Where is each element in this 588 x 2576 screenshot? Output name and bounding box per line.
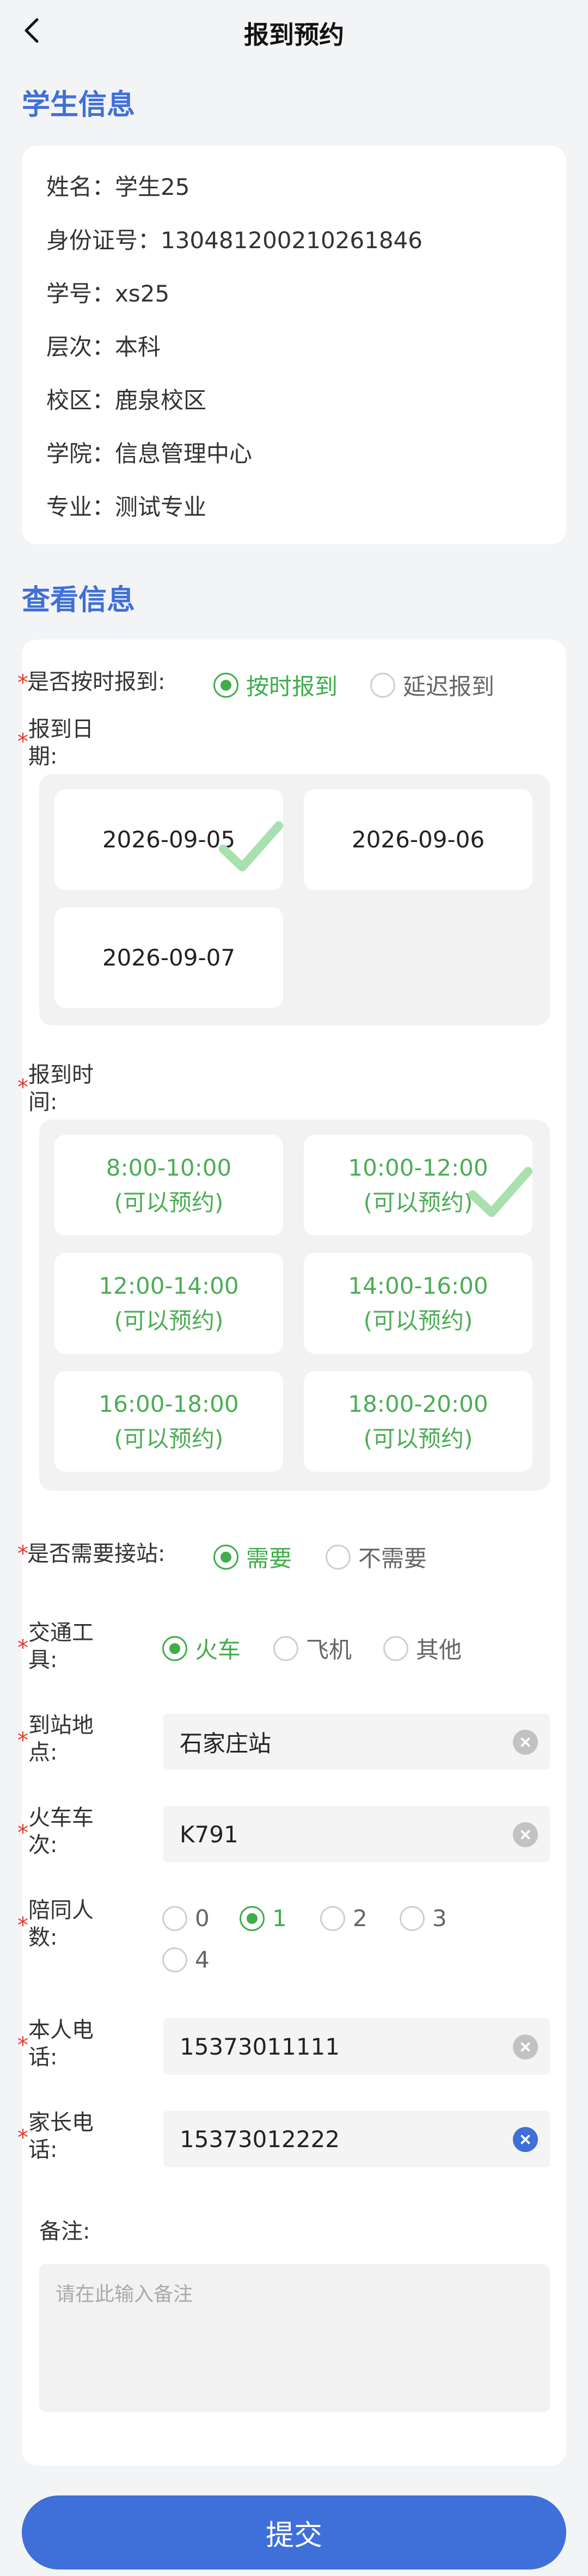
student-info-card: 姓名：学生25 身份证号：130481200210261846 学号：xs25 … (22, 146, 566, 544)
info-row-id: 身份证号：130481200210261846 (46, 227, 423, 254)
info-row-name: 姓名：学生25 (46, 174, 190, 200)
radio-pickup-yes[interactable]: 需要 (213, 1540, 292, 1573)
train-no-label: 火车车 次: (28, 1805, 94, 1858)
clear-icon[interactable] (513, 2127, 538, 2152)
radio-circle-icon (383, 1636, 408, 1661)
date-option[interactable]: 2026-09-07 (54, 907, 283, 1008)
radio-companions-0[interactable]: 0 (162, 1905, 210, 1932)
remarks-label: 备注: (39, 2219, 90, 2244)
time-slot[interactable]: 8:00-10:00 (可以预约) (54, 1135, 283, 1235)
time-slot[interactable]: 18:00-20:00 (可以预约) (304, 1371, 532, 1472)
date-option-selected[interactable]: 2026-09-05 (54, 789, 283, 890)
companions-label: 陪同人 数: (28, 1898, 94, 1950)
info-row-level: 层次：本科 (46, 334, 161, 360)
date-label: 报到日 期: (28, 717, 94, 769)
radio-companions-3[interactable]: 3 (400, 1905, 447, 1932)
page-title: 报到预约 (244, 20, 344, 50)
required-mark: * (17, 2033, 28, 2058)
radio-delay[interactable]: 延迟报到 (370, 668, 494, 702)
station-label: 到站地 点: (28, 1713, 94, 1765)
transport-label: 交通工 具: (28, 1620, 94, 1673)
view-info-title: 查看信息 (22, 584, 136, 617)
check-icon (219, 821, 283, 871)
parent-phone-input[interactable]: 15373012222 (163, 2111, 550, 2167)
radio-pickup-no[interactable]: 不需要 (326, 1540, 427, 1573)
info-row-college: 学院：信息管理中心 (46, 440, 253, 467)
radio-companions-2[interactable]: 2 (320, 1905, 367, 1932)
time-slot[interactable]: 16:00-18:00 (可以预约) (54, 1371, 283, 1472)
required-mark: * (17, 1913, 28, 1938)
date-option[interactable]: 2026-09-06 (304, 789, 532, 890)
radio-circle-icon (213, 672, 238, 698)
date-options: 2026-09-05 2026-09-06 2026-09-07 (39, 774, 550, 1025)
info-row-major: 专业：测试专业 (46, 494, 207, 520)
submit-button[interactable]: 提交 (22, 2495, 566, 2569)
radio-plane[interactable]: 飞机 (273, 1632, 352, 1665)
radio-circle-icon (162, 1947, 187, 1972)
parent-phone-label: 家长电 话: (28, 2110, 94, 2162)
radio-circle-icon (240, 1905, 265, 1931)
required-mark: * (17, 1541, 28, 1566)
remarks-textarea[interactable]: 请在此输入备注 (39, 2264, 550, 2412)
radio-companions-4[interactable]: 4 (162, 1946, 210, 1973)
radio-companions-1[interactable]: 1 (240, 1905, 287, 1932)
time-label: 报到时 间: (28, 1062, 94, 1115)
radio-train[interactable]: 火车 (162, 1632, 241, 1665)
clear-icon[interactable] (513, 1730, 538, 1755)
station-input[interactable]: 石家庄站 (163, 1713, 550, 1770)
time-slot[interactable]: 14:00-16:00 (可以预约) (304, 1253, 532, 1354)
clear-icon[interactable] (513, 2034, 538, 2059)
radio-circle-icon (162, 1905, 187, 1931)
radio-circle-icon (162, 1636, 187, 1661)
time-slot[interactable]: 12:00-14:00 (可以预约) (54, 1253, 283, 1354)
page-header: 报到预约 (0, 0, 588, 65)
radio-circle-icon (400, 1905, 425, 1931)
time-slot-selected[interactable]: 10:00-12:00 (可以预约) (304, 1135, 532, 1235)
radio-circle-icon (213, 1544, 238, 1570)
radio-circle-icon (320, 1905, 345, 1931)
info-row-student-no: 学号：xs25 (46, 280, 170, 307)
self-phone-label: 本人电 话: (28, 2018, 94, 2070)
required-mark: * (17, 671, 28, 696)
required-mark: * (17, 2125, 28, 2150)
required-mark: * (17, 1636, 28, 1661)
radio-other[interactable]: 其他 (383, 1632, 462, 1665)
ontime-label: 是否按时报到: (27, 669, 166, 694)
radio-circle-icon (273, 1636, 298, 1661)
self-phone-input[interactable]: 15373011111 (163, 2018, 550, 2075)
required-mark: * (17, 1728, 28, 1753)
pickup-label: 是否需要接站: (27, 1541, 166, 1566)
radio-ontime[interactable]: 按时报到 (213, 668, 338, 702)
clear-icon[interactable] (513, 1822, 538, 1847)
radio-circle-icon (370, 672, 395, 698)
time-slot-grid: 8:00-10:00 (可以预约) 10:00-12:00 (可以预约) 12:00… (39, 1120, 550, 1491)
required-mark: * (17, 1075, 28, 1100)
student-info-title: 学生信息 (22, 89, 136, 121)
radio-circle-icon (326, 1544, 351, 1570)
required-mark: * (17, 729, 28, 754)
info-row-campus: 校区：鹿泉校区 (46, 387, 207, 414)
train-no-input[interactable]: K791 (163, 1806, 550, 1862)
check-icon (468, 1167, 532, 1217)
required-mark: * (17, 1821, 28, 1846)
